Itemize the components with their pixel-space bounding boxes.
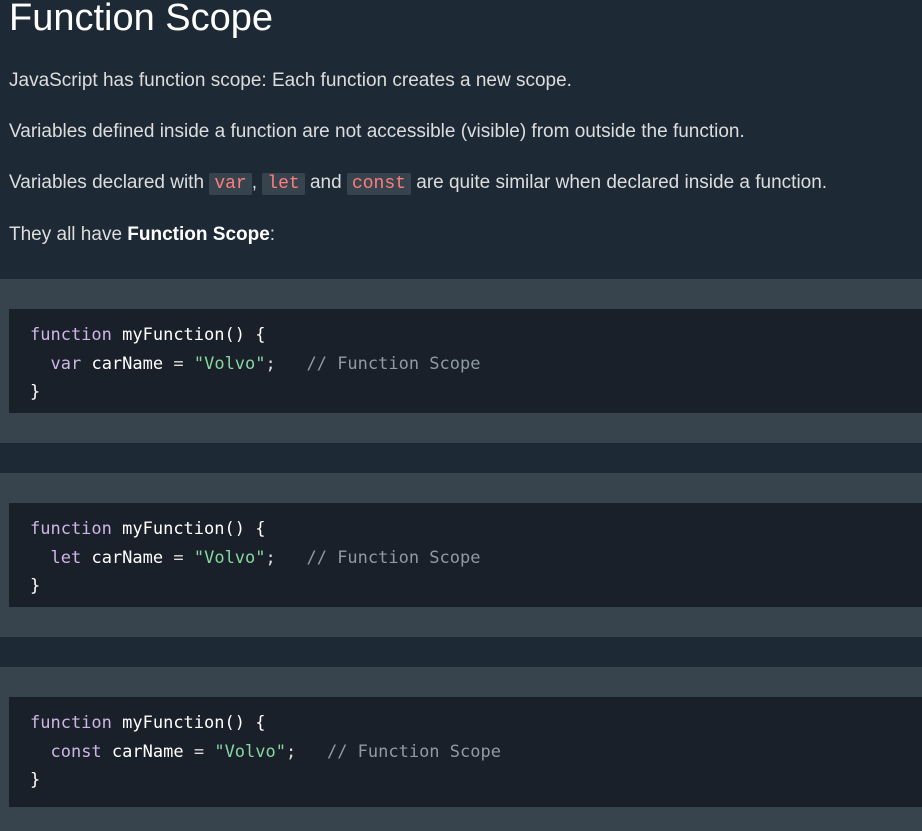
variable-name: carName [111, 741, 184, 762]
keyword-function: function [30, 713, 112, 733]
equals-operator: = [193, 741, 205, 762]
code-line: } [30, 378, 922, 407]
keyword-declaration: const [50, 741, 102, 762]
code-line: const carName = "Volvo"; // Function Sco… [30, 738, 922, 767]
example-box-let: function myFunction() { let carName = "V… [0, 473, 922, 637]
declaration-text-end: are quite similar when declared inside a… [410, 172, 828, 193]
function-name: myFunction() { [122, 713, 266, 733]
code-block[interactable]: function myFunction() { let carName = "V… [9, 503, 922, 607]
string-value: "Volvo" [193, 547, 266, 568]
inline-code-let: let [262, 173, 305, 195]
equals-operator: = [173, 353, 184, 374]
variable-name: carName [91, 547, 164, 568]
equals-operator: = [173, 547, 184, 568]
example-box-const: function myFunction() { const carName = … [0, 667, 922, 831]
code-comment: // Function Scope [326, 741, 501, 762]
keyword-function: function [30, 519, 112, 539]
summary-bold-term: Function Scope [127, 224, 270, 245]
semicolon: ; [285, 741, 297, 762]
intro-paragraph: JavaScript has function scope: Each func… [9, 69, 572, 93]
inline-code-const: const [346, 173, 411, 195]
code-line: let carName = "Volvo"; // Function Scope [30, 544, 922, 573]
code-line: var carName = "Volvo"; // Function Scope [30, 350, 922, 379]
variable-name: carName [91, 353, 164, 374]
declaration-separator-comma: , [251, 172, 263, 193]
code-block[interactable]: function myFunction() { const carName = … [9, 697, 922, 807]
example-box-var: function myFunction() { var carName = "V… [0, 279, 922, 443]
declaration-text-start: Variables declared with [9, 172, 210, 193]
closing-brace: } [30, 770, 41, 790]
scope-summary-paragraph: They all have Function Scope: [9, 223, 275, 247]
visibility-paragraph: Variables defined inside a function are … [9, 120, 745, 144]
page-title: Function Scope [9, 0, 274, 39]
semicolon: ; [265, 353, 276, 374]
code-line: function myFunction() { [30, 321, 922, 350]
code-line: function myFunction() { [30, 709, 922, 738]
declaration-paragraph: Variables declared with var, let and con… [9, 171, 827, 196]
code-line: function myFunction() { [30, 515, 922, 544]
code-block[interactable]: function myFunction() { var carName = "V… [9, 309, 922, 413]
summary-text-start: They all have [9, 224, 128, 245]
keyword-function: function [30, 325, 112, 345]
declaration-separator-and: and [304, 172, 347, 193]
function-name: myFunction() { [122, 325, 266, 345]
string-value: "Volvo" [214, 741, 286, 762]
string-value: "Volvo" [193, 353, 266, 374]
summary-colon: : [269, 224, 276, 245]
code-comment: // Function Scope [306, 353, 481, 374]
code-line: } [30, 766, 922, 795]
code-line: } [30, 572, 922, 601]
visibility-text: Variables defined inside a function are … [9, 121, 745, 142]
closing-brace: } [30, 576, 41, 596]
function-name: myFunction() { [122, 519, 266, 539]
code-comment: // Function Scope [306, 547, 481, 568]
semicolon: ; [265, 547, 276, 568]
keyword-declaration: let [50, 547, 82, 568]
closing-brace: } [30, 382, 41, 402]
intro-text: JavaScript has function scope: Each func… [9, 70, 572, 91]
inline-code-var: var [209, 173, 252, 195]
keyword-declaration: var [50, 353, 82, 374]
